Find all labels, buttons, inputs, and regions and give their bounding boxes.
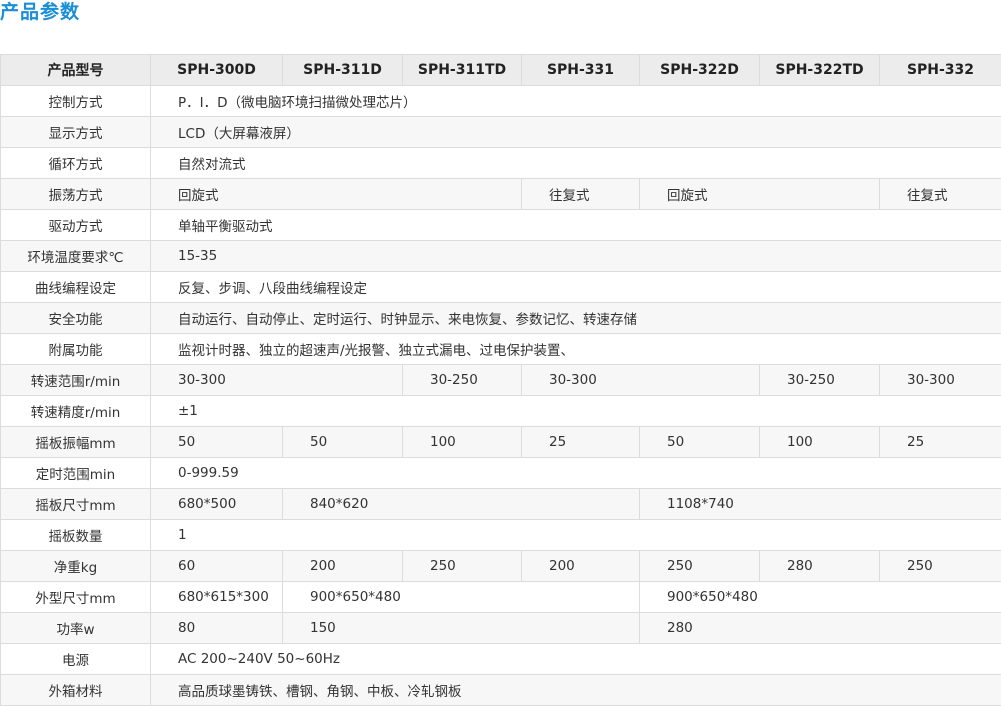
header-model: SPH-322D <box>640 55 760 86</box>
row-amplitude: 摇板振幅mm 50 50 100 25 50 100 25 <box>1 427 1001 458</box>
row-value: 680*615*300 <box>151 582 283 613</box>
row-value: P．I．D（微电脑环境扫描微处理芯片） <box>151 86 1001 117</box>
row-value: 高品质球墨铸铁、槽钢、角钢、中板、冷轧钢板 <box>151 675 1001 706</box>
row-timer: 定时范围min 0-999.59 <box>1 458 1001 489</box>
row-value: 150 <box>283 613 640 644</box>
row-label: 振荡方式 <box>1 179 151 210</box>
row-value: 200 <box>283 551 403 582</box>
row-material: 外箱材料 高品质球墨铸铁、槽钢、角钢、中板、冷轧钢板 <box>1 675 1001 706</box>
row-value: 30-250 <box>403 365 522 396</box>
row-value: 60 <box>151 551 283 582</box>
header-model: SPH-331 <box>522 55 640 86</box>
row-supply: 电源 AC 200~240V 50~60Hz <box>1 644 1001 675</box>
row-value: 自然对流式 <box>151 148 1001 179</box>
row-value: 25 <box>880 427 1001 458</box>
row-value: 250 <box>403 551 522 582</box>
row-value: 回旋式 <box>151 179 522 210</box>
row-label: 摇板数量 <box>1 520 151 551</box>
row-label: 外型尺寸mm <box>1 582 151 613</box>
row-circulation: 循环方式 自然对流式 <box>1 148 1001 179</box>
row-value: 50 <box>151 427 283 458</box>
row-value: 1 <box>151 520 1001 551</box>
row-oscillation: 振荡方式 回旋式 往复式 回旋式 往复式 <box>1 179 1001 210</box>
row-board-size: 摇板尺寸mm 680*500 840*620 1108*740 <box>1 489 1001 520</box>
row-value: 100 <box>403 427 522 458</box>
row-value: 80 <box>151 613 283 644</box>
row-label: 转速精度r/min <box>1 396 151 427</box>
row-value: AC 200~240V 50~60Hz <box>151 644 1001 675</box>
row-label: 功率w <box>1 613 151 644</box>
row-safety: 安全功能 自动运行、自动停止、定时运行、时钟显示、来电恢复、参数记忆、转速存储 <box>1 303 1001 334</box>
header-model: SPH-322TD <box>760 55 880 86</box>
row-value: 30-300 <box>880 365 1001 396</box>
row-label: 曲线编程设定 <box>1 272 151 303</box>
row-drive: 驱动方式 单轴平衡驱动式 <box>1 210 1001 241</box>
row-label: 净重kg <box>1 551 151 582</box>
row-label: 循环方式 <box>1 148 151 179</box>
row-value: 900*650*480 <box>640 582 1001 613</box>
row-label: 电源 <box>1 644 151 675</box>
row-value: 50 <box>640 427 760 458</box>
row-weight: 净重kg 60 200 250 200 250 280 250 <box>1 551 1001 582</box>
row-value: 900*650*480 <box>283 582 640 613</box>
header-model: SPH-311TD <box>403 55 522 86</box>
header-model: SPH-332 <box>880 55 1001 86</box>
spec-table: 产品型号 SPH-300D SPH-311D SPH-311TD SPH-331… <box>0 54 1001 706</box>
row-value: 15-35 <box>151 241 1001 272</box>
row-label: 定时范围min <box>1 458 151 489</box>
row-board-count: 摇板数量 1 <box>1 520 1001 551</box>
row-value: 自动运行、自动停止、定时运行、时钟显示、来电恢复、参数记忆、转速存储 <box>151 303 1001 334</box>
row-value: 30-250 <box>760 365 880 396</box>
row-value: 100 <box>760 427 880 458</box>
row-value: LCD（大屏幕液屏） <box>151 117 1001 148</box>
row-value: 往复式 <box>522 179 640 210</box>
row-precision: 转速精度r/min ±1 <box>1 396 1001 427</box>
row-label: 转速范围r/min <box>1 365 151 396</box>
row-env-temp: 环境温度要求℃ 15-35 <box>1 241 1001 272</box>
row-label: 安全功能 <box>1 303 151 334</box>
row-curve: 曲线编程设定 反复、步调、八段曲线编程设定 <box>1 272 1001 303</box>
row-outer-size: 外型尺寸mm 680*615*300 900*650*480 900*650*4… <box>1 582 1001 613</box>
row-value: 回旋式 <box>640 179 880 210</box>
row-value: 250 <box>880 551 1001 582</box>
row-value: 1108*740 <box>640 489 1001 520</box>
row-label: 环境温度要求℃ <box>1 241 151 272</box>
row-label: 驱动方式 <box>1 210 151 241</box>
row-label: 显示方式 <box>1 117 151 148</box>
row-value: 250 <box>640 551 760 582</box>
row-power: 功率w 80 150 280 <box>1 613 1001 644</box>
row-aux: 附属功能 监视计时器、独立的超速声/光报警、独立式漏电、过电保护装置、 <box>1 334 1001 365</box>
row-value: 200 <box>522 551 640 582</box>
row-value: 30-300 <box>522 365 760 396</box>
row-value: 反复、步调、八段曲线编程设定 <box>151 272 1001 303</box>
row-value: 0-999.59 <box>151 458 1001 489</box>
header-model: SPH-300D <box>151 55 283 86</box>
row-value: 单轴平衡驱动式 <box>151 210 1001 241</box>
header-model: SPH-311D <box>283 55 403 86</box>
row-speed: 转速范围r/min 30-300 30-250 30-300 30-250 30… <box>1 365 1001 396</box>
row-label: 外箱材料 <box>1 675 151 706</box>
row-label: 摇板振幅mm <box>1 427 151 458</box>
row-label: 控制方式 <box>1 86 151 117</box>
row-value: 30-300 <box>151 365 403 396</box>
row-control: 控制方式 P．I．D（微电脑环境扫描微处理芯片） <box>1 86 1001 117</box>
row-label: 摇板尺寸mm <box>1 489 151 520</box>
row-label: 附属功能 <box>1 334 151 365</box>
page-title: 产品参数 <box>0 0 80 24</box>
row-value: 280 <box>760 551 880 582</box>
row-value: 50 <box>283 427 403 458</box>
row-display: 显示方式 LCD（大屏幕液屏） <box>1 117 1001 148</box>
row-value: 280 <box>640 613 1001 644</box>
header-row: 产品型号 SPH-300D SPH-311D SPH-311TD SPH-331… <box>1 55 1001 86</box>
row-value: 监视计时器、独立的超速声/光报警、独立式漏电、过电保护装置、 <box>151 334 1001 365</box>
row-value: 25 <box>522 427 640 458</box>
row-value: ±1 <box>151 396 1001 427</box>
row-value: 840*620 <box>283 489 640 520</box>
row-value: 680*500 <box>151 489 283 520</box>
row-value: 往复式 <box>880 179 1001 210</box>
header-param-label: 产品型号 <box>1 55 151 86</box>
